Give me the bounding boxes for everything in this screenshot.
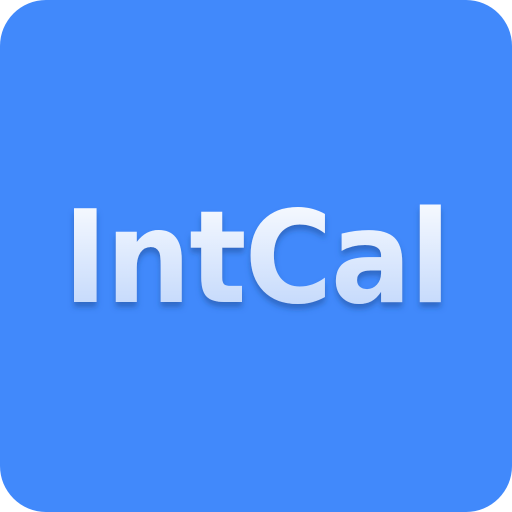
- wordmark-text: IntCal: [63, 184, 449, 333]
- app-icon[interactable]: IntCal: [0, 0, 512, 512]
- wordmark-logo: IntCal: [63, 184, 451, 333]
